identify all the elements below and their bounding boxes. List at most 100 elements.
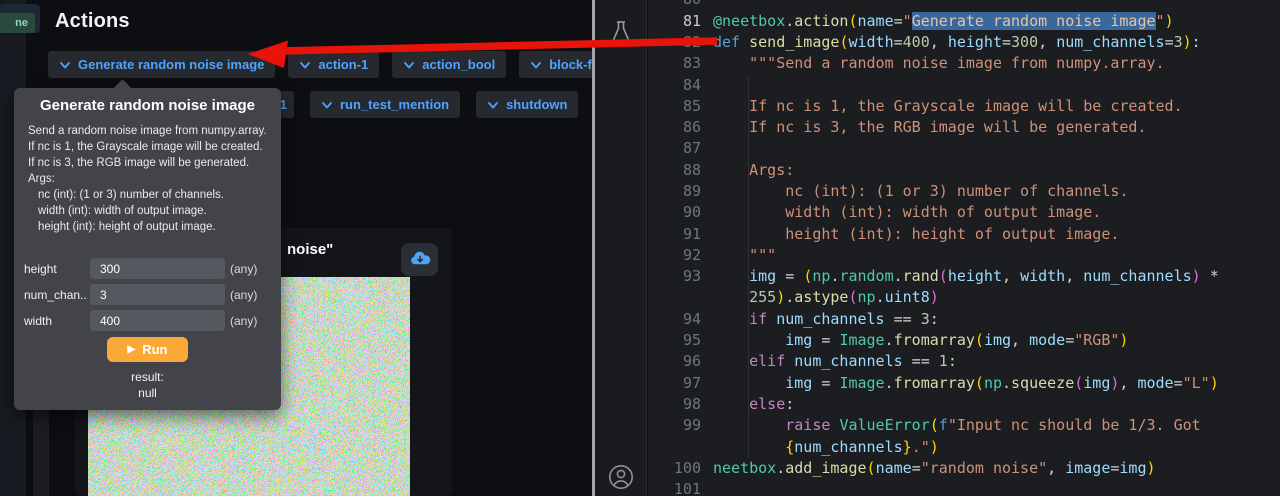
testing-flask-icon[interactable] [609,20,633,46]
activity-bar [595,0,647,496]
line-number: 83 [648,53,701,74]
account-icon[interactable] [606,462,636,492]
code-text: img = Image.fromarray(np.squeeze(img), m… [713,373,1219,394]
action-button-block-for-sec[interactable]: block-for-sec [519,51,592,78]
code-text: height (int): height of output image. [713,224,1119,245]
param-label: height [24,262,88,276]
action-button-label: run_test_mention [340,97,449,112]
tooltip-description-line: nc (int): (1 or 3) number of channels. [28,187,275,203]
line-number: 98 [648,394,701,415]
code-text: def send_image(width=400, height=300, nu… [713,32,1201,53]
code-text: raise ValueError(f"Input nc should be 1/… [713,415,1201,436]
code-line: 86 If nc is 3, the RGB image will be gen… [648,117,1280,138]
tooltip-description-line: If nc is 3, the RGB image will be genera… [28,155,275,171]
download-image-button[interactable] [401,243,438,276]
line-number: 93 [648,266,701,287]
code-line: 98 else: [648,394,1280,415]
code-rows: 8081@neetbox.action(name="Generate rando… [648,0,1280,496]
code-line: 90 width (int): width of output image. [648,202,1280,223]
code-text: else: [713,394,794,415]
run-button[interactable]: ▶ Run [107,337,188,362]
line-number: 96 [648,351,701,372]
param-type-hint: (any) [230,314,257,328]
line-number: 87 [648,138,701,159]
result-label: result: [14,370,281,384]
action-button-shutdown[interactable]: shutdown [476,91,578,118]
action-button-label: action-1 [318,57,368,72]
line-number: 82 [648,32,701,53]
sidebar-item-partial[interactable]: ne [0,4,40,33]
line-number: 92 [648,245,701,266]
code-text: """Send a random noise image from numpy.… [713,53,1165,74]
code-line: 80 [648,0,1280,11]
code-line: 93 img = (np.random.rand(height, width, … [648,266,1280,287]
param-type-hint: (any) [230,262,257,276]
line-number: 85 [648,96,701,117]
action-tooltip: Generate random noise image Send a rando… [14,88,281,410]
status-tag: ne [0,13,35,33]
result-value: null [14,386,281,400]
code-line: 255).astype(np.uint8) [648,287,1280,308]
line-number: 80 [648,0,701,11]
line-number: 90 [648,202,701,223]
tooltip-caret [113,79,131,97]
code-text: img = Image.fromarray(img, mode="RGB") [713,330,1128,351]
code-text: nc (int): (1 or 3) number of channels. [713,181,1128,202]
line-number: 95 [648,330,701,351]
tooltip-description-line: Args: [28,171,275,187]
line-number: 94 [648,309,701,330]
action-button-generate-random-noise-image[interactable]: Generate random noise image [48,51,275,78]
tooltip-description: Send a random noise image from numpy.arr… [28,123,275,235]
line-number: 91 [648,224,701,245]
code-line: 94 if num_channels == 3: [648,309,1280,330]
action-button-label: block-for-sec [549,57,592,72]
code-line: 83 """Send a random noise image from num… [648,53,1280,74]
code-text: 255).astype(np.uint8) [713,287,939,308]
code-line: 91 height (int): height of output image. [648,224,1280,245]
action-button-label: shutdown [506,97,567,112]
image-card-title: noise" [287,241,333,258]
code-line: 84 [648,75,1280,96]
action-button-action-bool[interactable]: action_bool [392,51,506,78]
code-text: elif num_channels == 1: [713,351,957,372]
line-number: 101 [648,479,701,496]
line-number: 88 [648,160,701,181]
tooltip-description-line: If nc is 1, the Grayscale image will be … [28,139,275,155]
code-line: {num_channels}.") [648,437,1280,458]
line-number: 99 [648,415,701,436]
code-text: Args: [713,160,794,181]
code-line: 82 def send_image(width=400, height=300, … [648,32,1280,53]
code-text: {num_channels}.") [713,437,939,458]
tooltip-title: Generate random noise image [14,97,281,114]
screenshot-root: ne Actions Generate random noise image ac… [0,0,1280,496]
code-text: neetbox.add_image(name="random noise", i… [713,458,1156,479]
play-icon: ▶ [128,345,136,355]
line-number: 100 [648,458,701,479]
window-divider[interactable] [592,0,595,496]
action-button-label: action_bool [422,57,495,72]
param-type-hint: (any) [230,288,257,302]
code-text: If nc is 1, the Grayscale image will be … [713,96,1183,117]
param-row-num-chan: num_chan... (any) [24,284,271,305]
code-line: 95 img = Image.fromarray(img, mode="RGB"… [648,330,1280,351]
action-button-run-test-mention[interactable]: run_test_mention [310,91,460,118]
action-button-action-1[interactable]: action-1 [288,51,379,78]
line-number: 84 [648,75,701,96]
page-title: Actions [55,10,130,33]
actions-button-row-2: 1run_test_mentionshutdown [232,91,578,118]
code-line: 92 """ [648,245,1280,266]
line-number: 97 [648,373,701,394]
param-input-num-chan[interactable] [90,284,225,305]
code-line: 88 Args: [648,160,1280,181]
param-input-height[interactable] [90,258,225,279]
code-line: 81@neetbox.action(name="Generate random … [648,11,1280,32]
code-text: """ [713,245,776,266]
code-line: 100 neetbox.add_image(name="random noise"… [648,458,1280,479]
param-row-height: height (any) [24,258,271,279]
param-input-width[interactable] [90,310,225,331]
cloud-download-icon [409,249,431,270]
code-editor[interactable]: 8081@neetbox.action(name="Generate rando… [648,0,1280,496]
code-line: 96 elif num_channels == 1: [648,351,1280,372]
param-label: num_chan... [24,288,88,302]
actions-button-row-1: Generate random noise image action-1 actio… [48,51,592,78]
